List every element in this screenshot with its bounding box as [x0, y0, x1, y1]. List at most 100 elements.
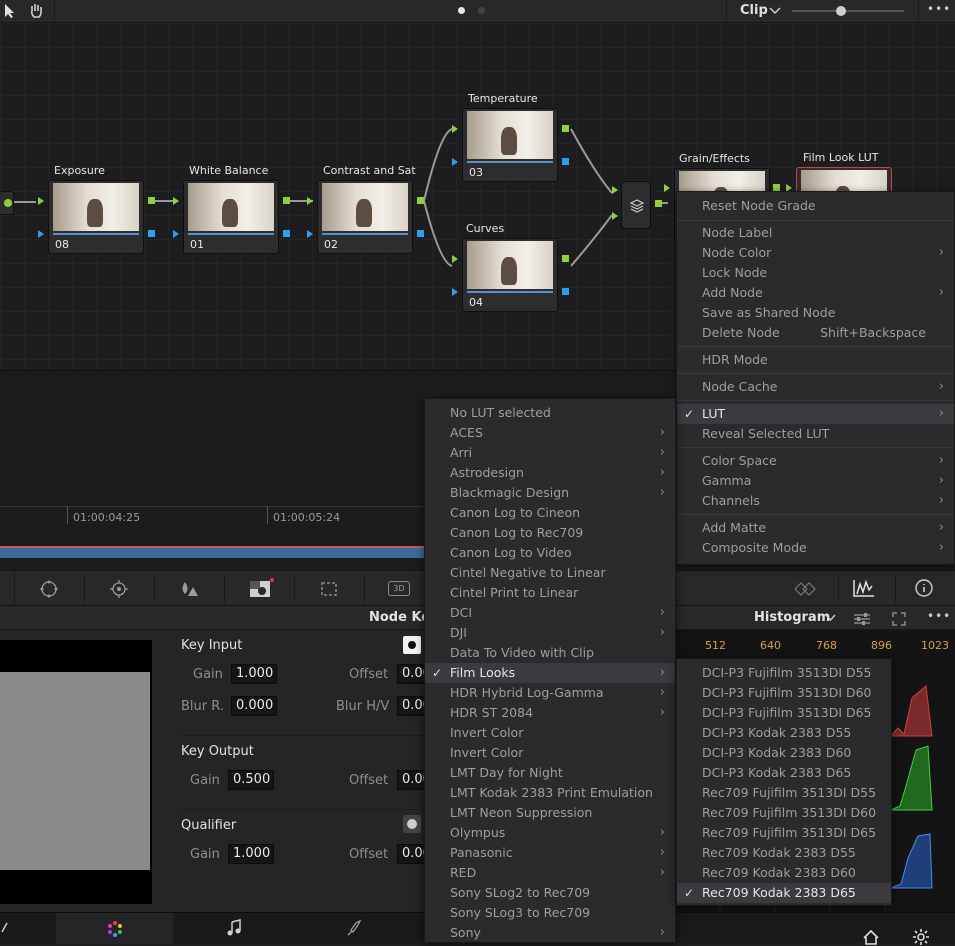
key-input-icon[interactable]: [38, 230, 44, 238]
page-dot[interactable]: [478, 7, 485, 14]
lut-item[interactable]: No LUT selected: [425, 403, 675, 423]
node-temperature[interactable]: 03: [462, 108, 558, 182]
scope-compare-icon[interactable]: [793, 581, 817, 597]
lut-item-film-looks[interactable]: ✓ Film Looks ›: [425, 663, 675, 683]
node-exposure[interactable]: 08: [48, 180, 144, 254]
film-look-item[interactable]: DCI-P3 Kodak 2383 D55: [677, 723, 891, 743]
menu-item-channels[interactable]: Channels ›: [677, 491, 954, 511]
key-input-icon[interactable]: [452, 288, 458, 296]
lut-item[interactable]: Cintel Print to Linear: [425, 583, 675, 603]
source-input-node[interactable]: [0, 191, 14, 215]
film-look-item[interactable]: DCI-P3 Kodak 2383 D65: [677, 763, 891, 783]
rgb-input-icon[interactable]: [452, 125, 458, 133]
rgb-output-icon[interactable]: [417, 197, 424, 204]
mixer-input-icon[interactable]: [612, 186, 618, 194]
deliver-page-icon[interactable]: [344, 919, 364, 939]
film-look-item[interactable]: DCI-P3 Fujifilm 3513DI D60: [677, 683, 891, 703]
menu-item-add-matte[interactable]: Add Matte ›: [677, 518, 954, 538]
lut-item[interactable]: DJI ›: [425, 623, 675, 643]
scope-more-button[interactable]: •••: [927, 609, 951, 623]
node-curves[interactable]: 04: [462, 238, 558, 312]
rgb-input-icon[interactable]: [452, 255, 458, 263]
key-output-gain-field[interactable]: 0.500: [228, 770, 274, 790]
rgb-output-icon[interactable]: [773, 184, 780, 191]
lut-item[interactable]: Sony SLog3 to Rec709: [425, 903, 675, 923]
film-look-item[interactable]: DCI-P3 Fujifilm 3513DI D55: [677, 663, 891, 683]
lut-item[interactable]: Astrodesign ›: [425, 463, 675, 483]
rgb-input-icon[interactable]: [38, 197, 44, 205]
node-contrast-sat[interactable]: 02: [317, 180, 413, 254]
page-dot-active[interactable]: [458, 7, 465, 14]
menu-item-add-node[interactable]: Add Node ›: [677, 283, 954, 303]
qualifier-gain-field[interactable]: 1.000: [228, 844, 274, 864]
lut-item[interactable]: Sony SLog2 to Rec709: [425, 883, 675, 903]
lut-item[interactable]: Sony ›: [425, 923, 675, 943]
lut-item[interactable]: RED ›: [425, 863, 675, 883]
menu-item-gamma[interactable]: Gamma ›: [677, 471, 954, 491]
mixer-input-icon[interactable]: [612, 212, 618, 220]
lut-item[interactable]: Panasonic ›: [425, 843, 675, 863]
lut-item[interactable]: Invert Color: [425, 723, 675, 743]
key-input-gain-field[interactable]: 1.000: [231, 664, 277, 684]
menu-item-lock-node[interactable]: Lock Node: [677, 263, 954, 283]
menu-item-node-color[interactable]: Node Color ›: [677, 243, 954, 263]
lut-item[interactable]: Blackmagic Design ›: [425, 483, 675, 503]
rgb-output-icon[interactable]: [283, 197, 290, 204]
key-icon[interactable]: [248, 577, 274, 601]
key-output-icon[interactable]: [562, 288, 569, 295]
window-circle-icon[interactable]: [38, 579, 60, 599]
rgb-input-icon[interactable]: [173, 197, 179, 205]
key-input-toggle[interactable]: [403, 636, 421, 654]
layer-mixer-node[interactable]: [621, 181, 651, 229]
blur-hv-field[interactable]: 0.00: [397, 696, 431, 716]
sizing-icon[interactable]: [318, 579, 340, 599]
info-icon[interactable]: [914, 578, 934, 598]
lut-item[interactable]: HDR ST 2084 ›: [425, 703, 675, 723]
menu-item-composite-mode[interactable]: Composite Mode ›: [677, 538, 954, 558]
lut-item[interactable]: LMT Neon Suppression: [425, 803, 675, 823]
pointer-tool-icon[interactable]: [3, 3, 17, 19]
lut-item[interactable]: Canon Log to Rec709: [425, 523, 675, 543]
qualifier-offset-field[interactable]: 0.00: [397, 844, 431, 864]
zoom-slider-handle[interactable]: [836, 6, 846, 16]
chevron-down-icon[interactable]: [825, 614, 836, 622]
lut-item[interactable]: Arri ›: [425, 443, 675, 463]
menu-item-color-space[interactable]: Color Space ›: [677, 451, 954, 471]
blur-r-field[interactable]: 0.000: [231, 696, 277, 716]
film-look-item[interactable]: Rec709 Fujifilm 3513DI D55: [677, 783, 891, 803]
key-output-icon[interactable]: [417, 230, 424, 237]
fairlight-page-icon[interactable]: [226, 919, 244, 939]
rgb-input-icon[interactable]: [664, 184, 670, 192]
blur-icon[interactable]: [178, 579, 200, 599]
lut-item[interactable]: Olympus ›: [425, 823, 675, 843]
mixer-output-icon[interactable]: [655, 200, 662, 207]
scope-settings-icon[interactable]: [853, 611, 871, 627]
key-input-icon[interactable]: [307, 230, 313, 238]
key-input-offset-field[interactable]: 0.00: [397, 664, 431, 684]
node-white-balance[interactable]: 01: [183, 180, 279, 254]
film-look-item[interactable]: Rec709 Fujifilm 3513DI D60: [677, 803, 891, 823]
hand-tool-icon[interactable]: [28, 2, 44, 19]
key-input-icon[interactable]: [452, 158, 458, 166]
zoom-slider[interactable]: [792, 6, 904, 16]
menu-item-reveal-lut[interactable]: Reveal Selected LUT: [677, 424, 954, 444]
lut-item[interactable]: Data To Video with Clip: [425, 643, 675, 663]
edit-page-icon[interactable]: [0, 921, 8, 933]
menu-item-node-label[interactable]: Node Label: [677, 223, 954, 243]
key-input-icon[interactable]: [173, 230, 179, 238]
menu-item-save-shared-node[interactable]: Save as Shared Node: [677, 303, 954, 323]
rgb-input-icon[interactable]: [307, 197, 313, 205]
scope-type-dropdown[interactable]: Histogram: [754, 610, 830, 625]
lut-item[interactable]: LMT Day for Night: [425, 763, 675, 783]
lut-item[interactable]: DCI ›: [425, 603, 675, 623]
rgb-output-icon[interactable]: [562, 255, 569, 262]
film-look-item[interactable]: Rec709 Fujifilm 3513DI D65: [677, 823, 891, 843]
lut-item[interactable]: Cintel Negative to Linear: [425, 563, 675, 583]
film-look-item-selected[interactable]: ✓ Rec709 Kodak 2383 D65: [677, 883, 891, 903]
lut-item[interactable]: HDR Hybrid Log-Gamma ›: [425, 683, 675, 703]
menu-item-delete-node[interactable]: Delete Node Shift+Backspace: [677, 323, 954, 343]
film-look-item[interactable]: DCI-P3 Kodak 2383 D60: [677, 743, 891, 763]
qualifier-toggle[interactable]: [403, 815, 421, 833]
film-look-item[interactable]: Rec709 Kodak 2383 D60: [677, 863, 891, 883]
menu-item-node-cache[interactable]: Node Cache ›: [677, 377, 954, 397]
